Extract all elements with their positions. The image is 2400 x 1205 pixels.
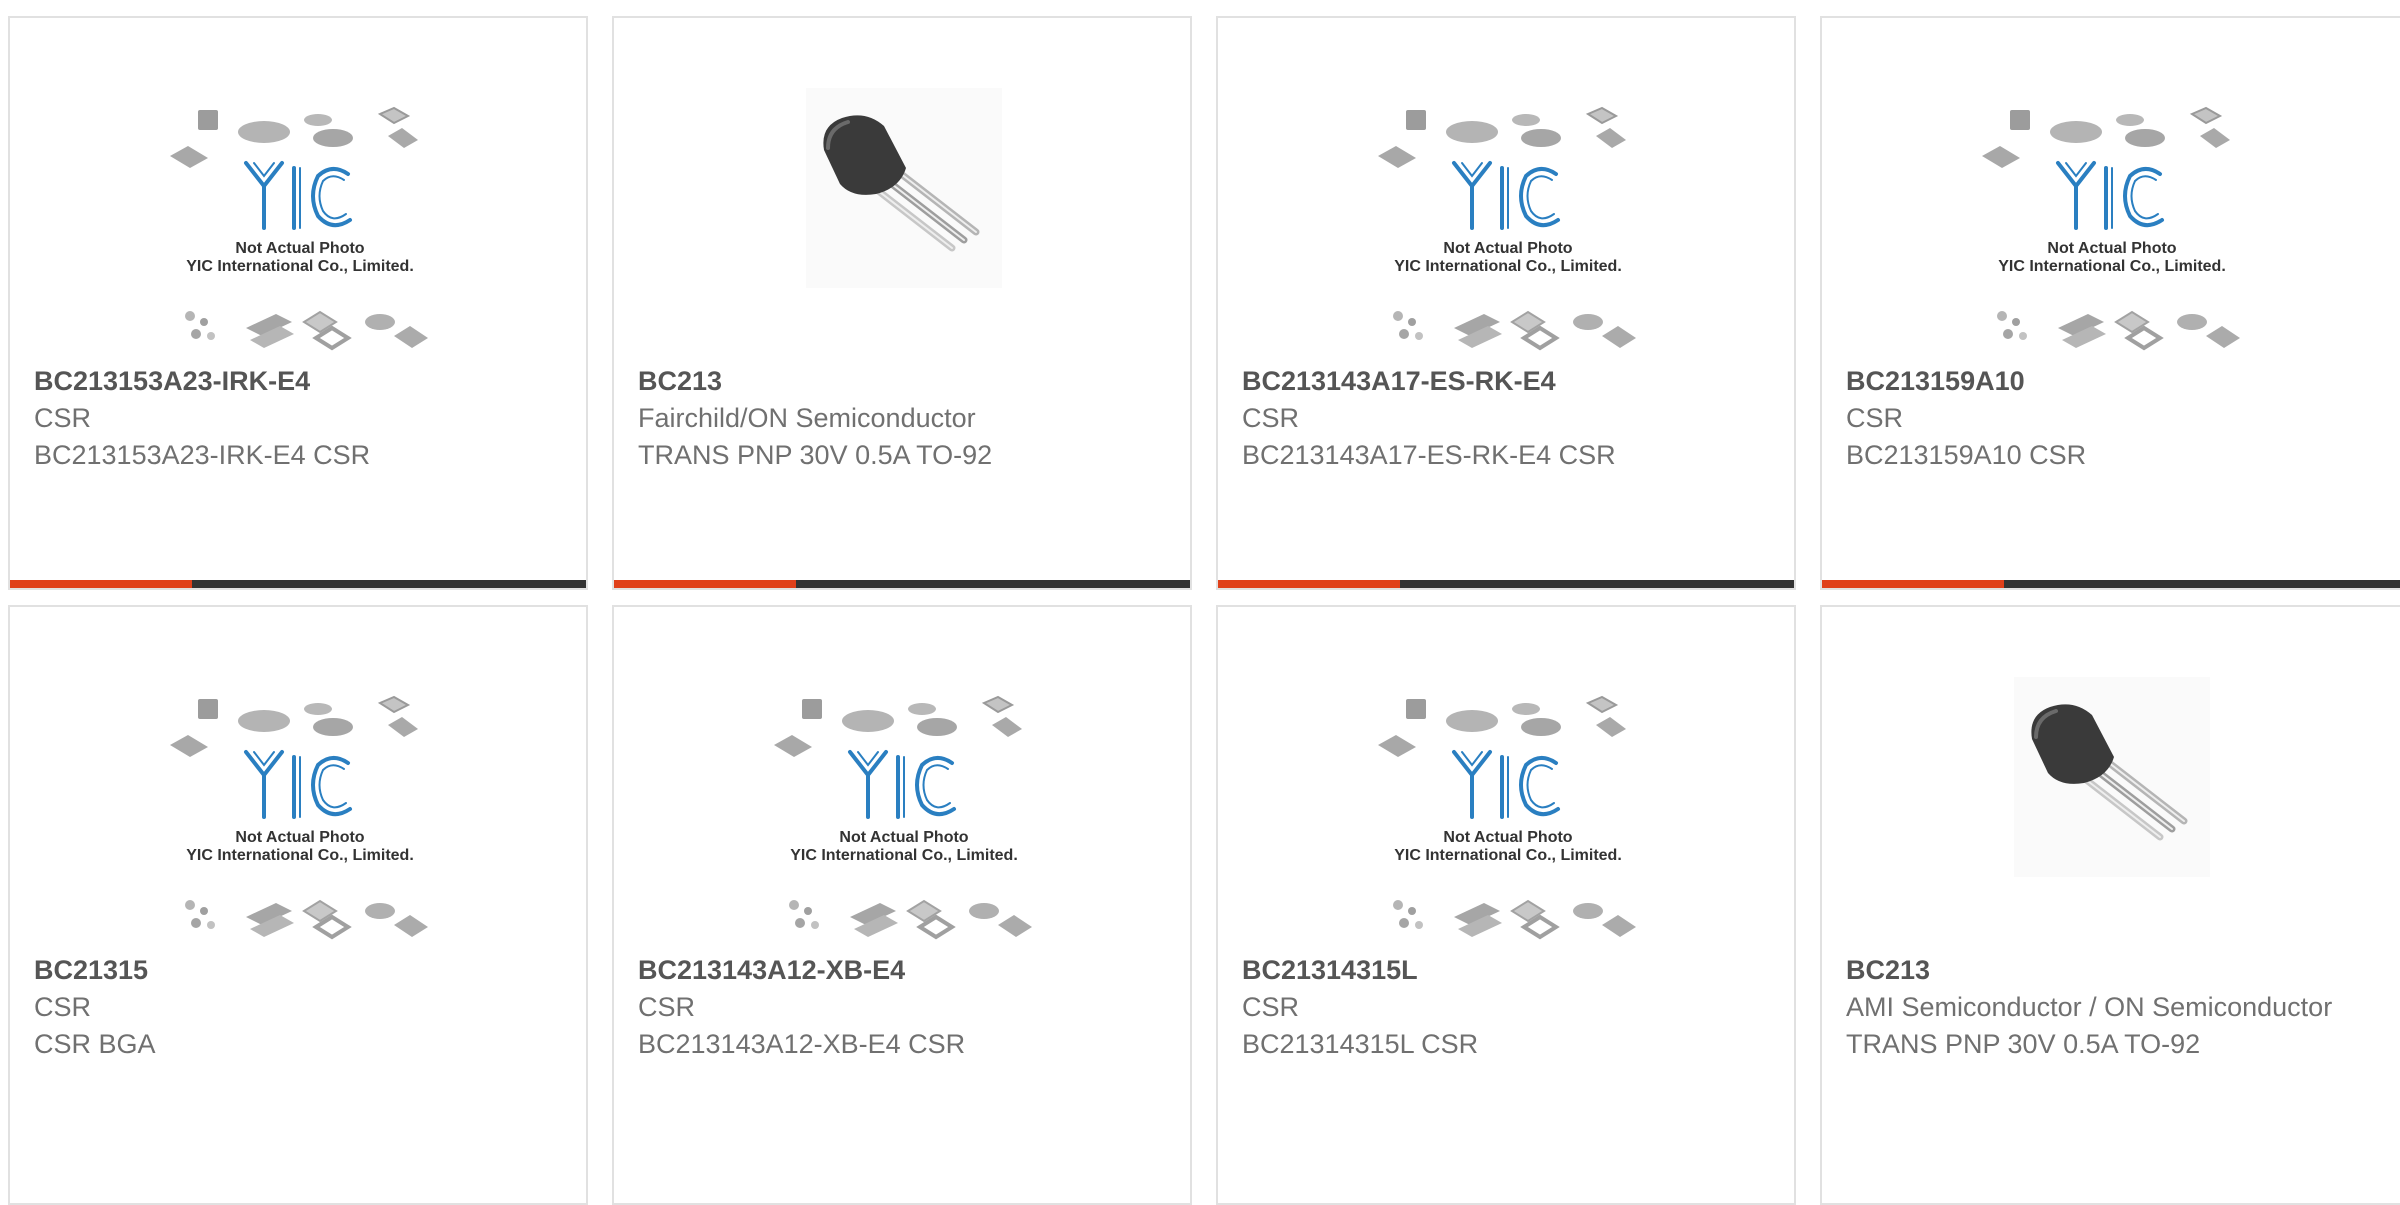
product-image-placeholder: Not Actual Photo YIC International Co., … [614,607,1190,942]
component-icons-top [170,106,418,168]
manufacturer: CSR [1242,403,1300,433]
manufacturer: CSR [1846,403,1904,433]
placeholder-line2: YIC International Co., Limited. [186,847,414,864]
manufacturer: AMI Semiconductor / ON Semiconductor [1846,992,2333,1022]
product-card[interactable]: BC213 AMI Semiconductor / ON Semiconduct… [1820,605,2400,1205]
component-icons-bottom [1393,899,1636,940]
placeholder-line2: YIC International Co., Limited. [186,258,414,275]
manufacturer: CSR [34,992,92,1022]
placeholder-line2: YIC International Co., Limited. [790,847,1018,864]
description: BC213143A12-XB-E4 CSR [638,1029,966,1059]
description: BC213143A17-ES-RK-E4 CSR [1242,440,1616,470]
description: BC21314315L CSR [1242,1029,1479,1059]
card-accent-bar [614,580,796,588]
description: TRANS PNP 30V 0.5A TO-92 [1846,1029,2201,1059]
placeholder-line1: Not Actual Photo [839,829,968,846]
product-image-placeholder: Not Actual Photo YIC International Co., … [1218,18,1794,353]
product-card[interactable]: Not Actual Photo YIC International Co., … [8,605,588,1205]
component-icons-bottom [1997,310,2240,351]
part-number[interactable]: BC213153A23-IRK-E4 [34,363,566,400]
product-grid: Not Actual Photo YIC International Co., … [0,0,2400,1205]
component-icons-top [1378,106,1626,168]
placeholder-line1: Not Actual Photo [235,829,364,846]
component-icons-top [170,695,418,757]
description: BC213153A23-IRK-E4 CSR [34,440,371,470]
card-bottom-bar [10,580,586,588]
component-icons-top [1378,695,1626,757]
product-image-transistor [1822,607,2400,942]
product-image-placeholder: Not Actual Photo YIC International Co., … [1218,607,1794,942]
part-number[interactable]: BC213 [1846,952,2380,989]
component-icons-top [774,695,1022,757]
placeholder-line2: YIC International Co., Limited. [1394,258,1622,275]
product-image-transistor [614,18,1190,353]
product-card[interactable]: Not Actual Photo YIC International Co., … [1820,16,2400,590]
yic-logo-icon [244,161,352,230]
yic-logo-icon [244,750,352,819]
placeholder-line1: Not Actual Photo [1443,240,1572,257]
part-number[interactable]: BC213143A17-ES-RK-E4 [1242,363,1774,400]
placeholder-line1: Not Actual Photo [1443,829,1572,846]
card-bottom-bar [1218,580,1794,588]
part-number[interactable]: BC213143A12-XB-E4 [638,952,1170,989]
placeholder-line1: Not Actual Photo [2047,240,2176,257]
component-icons-bottom [1393,310,1636,351]
placeholder-line1: Not Actual Photo [235,240,364,257]
yic-logo-icon [1452,161,1560,230]
component-icons-top [1982,106,2230,168]
manufacturer: CSR [1242,992,1300,1022]
placeholder-line2: YIC International Co., Limited. [1998,258,2226,275]
card-bottom-bar [1822,580,2400,588]
component-icons-bottom [185,899,428,940]
description: BC213159A10 CSR [1846,440,2087,470]
card-bottom-bar [614,580,1190,588]
yic-logo-icon [2056,161,2164,230]
part-number[interactable]: BC213 [638,363,1170,400]
product-card[interactable]: Not Actual Photo YIC International Co., … [1216,16,1796,590]
manufacturer: Fairchild/ON Semiconductor [638,403,976,433]
description: CSR BGA [34,1029,156,1059]
product-image-placeholder: Not Actual Photo YIC International Co., … [10,607,586,942]
card-accent-bar [1822,580,2004,588]
component-icons-bottom [185,310,428,351]
component-icons-bottom [789,899,1032,940]
product-card[interactable]: Not Actual Photo YIC International Co., … [1216,605,1796,1205]
yic-logo-icon [1452,750,1560,819]
card-accent-bar [10,580,192,588]
product-image-placeholder: Not Actual Photo YIC International Co., … [10,18,586,353]
product-image-placeholder: Not Actual Photo YIC International Co., … [1822,18,2400,353]
part-number[interactable]: BC21315 [34,952,566,989]
yic-logo-icon [848,750,956,819]
card-accent-bar [1218,580,1400,588]
product-card[interactable]: BC213 Fairchild/ON Semiconductor TRANS P… [612,16,1192,590]
manufacturer: CSR [638,992,696,1022]
product-card[interactable]: Not Actual Photo YIC International Co., … [8,16,588,590]
placeholder-line2: YIC International Co., Limited. [1394,847,1622,864]
product-card[interactable]: Not Actual Photo YIC International Co., … [612,605,1192,1205]
manufacturer: CSR [34,403,92,433]
description: TRANS PNP 30V 0.5A TO-92 [638,440,993,470]
part-number[interactable]: BC21314315L [1242,952,1774,989]
part-number[interactable]: BC213159A10 [1846,363,2380,400]
